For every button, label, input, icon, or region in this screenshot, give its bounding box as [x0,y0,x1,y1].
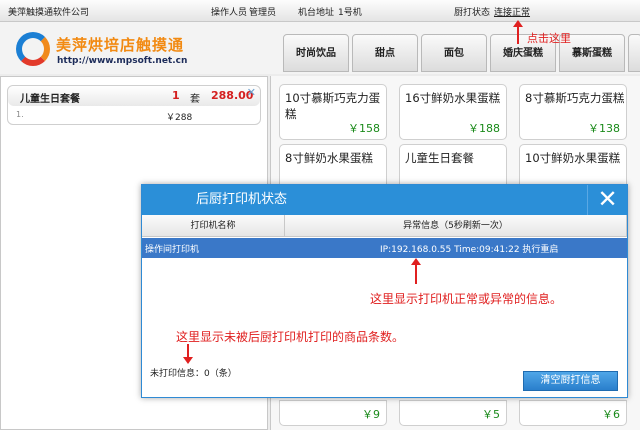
order-item-unit-price: ￥288 [166,113,193,123]
product-name: 10寸鲜奶水果蛋糕 [525,151,621,165]
dialog-title: 后厨打印机状态 [142,185,627,215]
printer-name-cell: 操作间打印机 [145,245,200,255]
tab-drinks[interactable]: 时尚饮品 [283,34,349,72]
printer-status-label: 厨打状态 [454,8,491,18]
product-price: ￥188 [468,122,500,135]
product-card[interactable]: 8寸慕斯巧克力蛋糕 ￥138 [519,84,627,140]
annotation-arrow-icon [513,20,523,44]
order-item-unit: 套 [190,94,200,105]
clear-print-info-button[interactable]: 清空厨打信息 [523,371,618,391]
product-name: 8寸鲜奶水果蛋糕 [285,151,373,165]
close-icon[interactable]: ✕ [247,86,256,99]
column-header-printer-name: 打印机名称 [142,215,285,237]
printer-status-link[interactable]: 连接正常 [494,5,530,18]
terminal-label: 机台地址 [298,8,335,18]
company-name: 美萍触摸通软件公司 [8,8,90,18]
product-card[interactable]: 16寸鲜奶水果蛋糕 ￥188 [399,84,507,140]
tab-bread[interactable]: 面包 [421,34,487,72]
product-card[interactable]: 10寸慕斯巧克力蛋糕 ￥158 [279,84,387,140]
product-price: ￥5 [482,408,500,421]
tab-overflow[interactable] [628,34,640,72]
annotation-click-here: 点击这里 [527,32,571,45]
order-item-name: 儿童生日套餐 [20,94,80,105]
product-card[interactable]: ￥5 [399,400,507,426]
logo-name: 美萍烘培店触摸通 [56,36,185,54]
product-price: ￥6 [602,408,620,421]
operator-label: 操作人员 [211,8,248,18]
annotation-unprinted-info: 这里显示未被后厨打印机打印的商品条数。 [176,330,405,344]
printer-info-cell: IP:192.168.0.55 Time:09:41:22 执行重启 [380,245,559,255]
tab-desserts[interactable]: 甜点 [352,34,418,72]
table-row[interactable]: 操作间打印机 IP:192.168.0.55 Time:09:41:22 执行重… [142,238,627,258]
annotation-printer-info: 这里显示打印机正常或异常的信息。 [370,292,563,306]
product-card[interactable]: ￥9 [279,400,387,426]
product-price: ￥9 [362,408,380,421]
product-name: 16寸鲜奶水果蛋糕 [405,91,501,105]
close-icon[interactable]: ✕ [587,185,627,215]
logo-icon [16,32,50,66]
order-item-card[interactable]: 儿童生日套餐 1 套 288.00 ✕ 1. ￥288 [7,85,261,125]
product-name: 儿童生日套餐 [405,151,474,165]
order-item-qty: 1 [172,89,180,102]
product-price: ￥158 [348,122,380,135]
column-header-error-info: 异常信息（5秒刷新一次） [285,215,627,237]
order-item-header: 儿童生日套餐 1 套 288.00 [8,86,260,106]
terminal-value: 1号机 [338,8,362,18]
product-price: ￥138 [588,122,620,135]
product-card[interactable]: ￥6 [519,400,627,426]
logo-url: http://www.mpsoft.net.cn [57,56,188,66]
order-item-index: 1. [16,110,24,119]
annotation-arrow-icon [183,344,193,364]
annotation-arrow-icon [411,258,421,284]
product-name: 10寸慕斯巧克力蛋糕 [285,91,381,121]
unprinted-count: 未打印信息：0（条） [150,369,237,379]
top-status-bar: 美萍触摸通软件公司 操作人员 管理员 机台地址 1号机 厨打状态 连接正常 [0,0,640,22]
operator-value: 管理员 [249,8,277,18]
product-name: 8寸慕斯巧克力蛋糕 [525,91,625,105]
